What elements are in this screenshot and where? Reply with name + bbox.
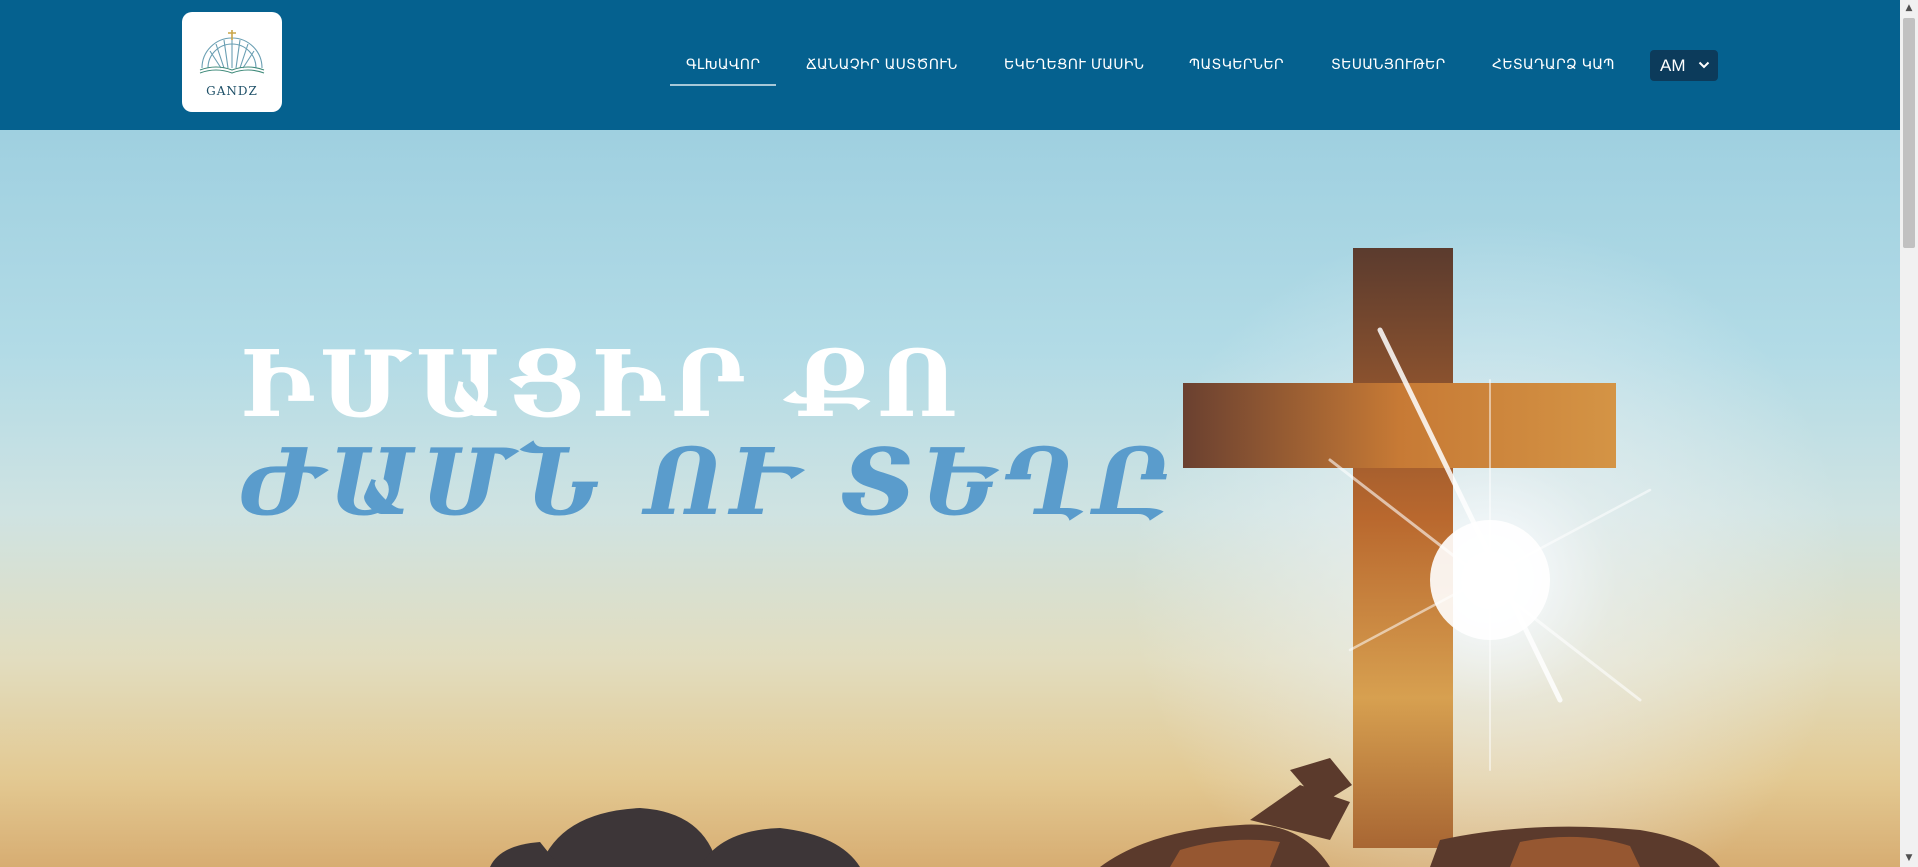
nav-item-about-church[interactable]: ԵԿԵՂԵՑՈՒ ՄԱՍԻՆ — [1004, 45, 1144, 85]
hero-headline-line1: ԻՄԱՑԻՐ ՔՈ — [240, 330, 964, 438]
hero-headline-line2: ԺԱՄՆ ՈՒ ՏԵՂԸ — [240, 428, 1176, 536]
scroll-up-arrow-icon[interactable]: ▲ — [1900, 0, 1918, 17]
site-logo[interactable]: GANDZ — [182, 12, 282, 112]
logo-text: GANDZ — [206, 84, 258, 98]
nav-item-gallery[interactable]: ՊԱՏԿԵՐՆԵՐ — [1189, 45, 1284, 85]
hero-banner: ԻՄԱՑԻՐ ՔՈ ԺԱՄՆ ՈՒ ՏԵՂԸ — [0, 130, 1900, 867]
chevron-down-icon — [1698, 61, 1710, 69]
nav-item-videos[interactable]: ՏԵՍԱՆՅՈՒԹԵՐ — [1331, 45, 1446, 85]
language-selected: AM — [1660, 56, 1686, 75]
nav-item-home[interactable]: ԳԼԽԱՎՈՐ — [669, 45, 777, 86]
nav-item-contact[interactable]: ՀԵՏԱԴԱՐՁ ԿԱՊ — [1492, 45, 1615, 85]
site-header: GANDZ ԳԼԽԱՎՈՐ ՃԱՆԱՉԻՐ ԱՍՏԾՈՒՆ ԵԿԵՂԵՑՈՒ Մ… — [0, 0, 1900, 130]
language-select[interactable]: AM — [1650, 50, 1718, 81]
gandz-logo-icon — [199, 30, 265, 74]
hero-headline: ԻՄԱՑԻՐ ՔՈ ԺԱՄՆ ՈՒ ՏԵՂԸ — [240, 335, 1175, 531]
scroll-thumb[interactable] — [1903, 18, 1915, 248]
nav-item-know-god[interactable]: ՃԱՆԱՉԻՐ ԱՍՏԾՈՒՆ — [806, 45, 958, 85]
page-scrollbar[interactable]: ▲ ▼ — [1900, 0, 1918, 867]
scroll-down-arrow-icon[interactable]: ▼ — [1900, 850, 1918, 867]
